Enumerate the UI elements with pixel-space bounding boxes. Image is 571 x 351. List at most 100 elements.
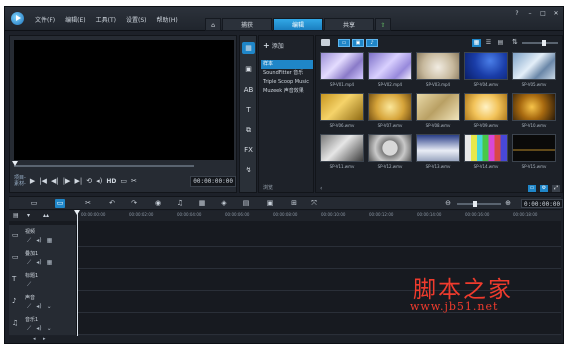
next-frame-icon[interactable]: |▶ (63, 177, 71, 185)
storyboard-view-icon[interactable]: ▭ (29, 199, 39, 208)
transition-icon[interactable]: AB (242, 84, 255, 96)
show-photos-toggle[interactable]: ▣ (352, 39, 364, 47)
add-chapter-icon[interactable]: ▾ (27, 212, 30, 219)
link-icon[interactable]: ⟋ (27, 325, 31, 333)
menu-settings[interactable]: 设置(S) (126, 15, 147, 24)
tab-share[interactable]: 共享 (324, 18, 374, 31)
repeat-icon[interactable]: ⟲ (86, 177, 92, 185)
grid-icon[interactable]: ▦ (47, 259, 53, 267)
graphic-icon[interactable]: ⧉ (242, 124, 255, 136)
title-icon[interactable]: T (242, 104, 255, 116)
scroll-left-icon[interactable]: ◂ (33, 336, 36, 342)
thumbnail-image[interactable] (416, 93, 460, 121)
scrub-handle[interactable] (12, 161, 18, 166)
enlarge-icon[interactable]: ▭ (120, 177, 127, 185)
slider-handle[interactable] (542, 40, 546, 46)
home-icon[interactable]: |◀ (39, 177, 47, 185)
mute-icon[interactable]: ◂) (36, 325, 41, 333)
hd-preview-button[interactable]: HD (106, 178, 116, 185)
maximize-icon[interactable]: □ (538, 9, 548, 18)
thumbnail-item[interactable]: SP-V11.wmv (320, 134, 364, 173)
tab-extra[interactable]: ⇧ (375, 18, 391, 31)
details-view-icon[interactable]: ▤ (496, 39, 505, 47)
mode-clip-label[interactable]: 素材- (14, 181, 26, 187)
thumbnail-image[interactable] (464, 52, 508, 80)
link-icon[interactable]: ⟋ (27, 303, 31, 311)
thumbnail-image[interactable] (320, 52, 364, 80)
thumbnail-image[interactable] (416, 52, 460, 80)
menu-file[interactable]: 文件(F) (35, 15, 55, 24)
split-screen-icon[interactable]: ⊞ (289, 199, 299, 208)
thumbnail-item[interactable]: SP-V06.wmv (320, 93, 364, 132)
track-manager-icon[interactable]: ▤ (13, 212, 19, 219)
menu-edit[interactable]: 编辑(E) (65, 15, 85, 24)
thumbnail-item[interactable]: SP-V05.wmv (512, 52, 556, 91)
timeline-zoom-slider[interactable] (457, 201, 501, 207)
split-icon[interactable]: ✂ (131, 177, 137, 185)
timeline-view-icon[interactable]: ▭ (55, 199, 65, 208)
tab-edit[interactable]: 编辑 (273, 18, 323, 31)
menu-help[interactable]: 帮助(H) (156, 15, 177, 24)
undo-icon[interactable]: ↶ (107, 199, 117, 208)
browse-button[interactable]: 浏览 (263, 184, 273, 191)
track-video[interactable]: ▭ 视频 ⟋ ◂) ▦ (9, 225, 561, 247)
fit-project-icon[interactable]: ⤧ (309, 199, 319, 208)
volume-icon[interactable]: ◂) (96, 177, 102, 185)
sort-icon[interactable]: ⇅ (512, 38, 518, 46)
thumbnail-item[interactable]: SP-V01.mp4 (320, 52, 364, 91)
help-icon[interactable]: ? (512, 9, 522, 18)
play-icon[interactable]: ▶ (30, 177, 35, 185)
thumbnail-image[interactable] (416, 134, 460, 162)
zoom-slider-handle[interactable] (473, 201, 477, 207)
thumbnail-item[interactable]: SP-V02.mp4 (368, 52, 412, 91)
scrub-bar[interactable] (14, 165, 194, 167)
expand-icon[interactable]: ⌄ (47, 303, 52, 311)
close-icon[interactable]: ✕ (551, 9, 561, 18)
prev-frame-icon[interactable]: ◀| (51, 177, 59, 185)
sound-mixer-icon[interactable]: ♫ (175, 199, 185, 208)
thumbnail-image[interactable] (512, 52, 556, 80)
tools-icon[interactable]: ✂ (83, 199, 93, 208)
mute-icon[interactable]: ◂) (36, 237, 41, 245)
expand-icon[interactable]: ⌄ (47, 325, 52, 333)
thumbnail-image[interactable] (464, 93, 508, 121)
library-item[interactable]: Muzeek 声音效果 (261, 87, 313, 96)
scroll-right-icon[interactable]: ▸ (43, 336, 46, 342)
thumbnail-item[interactable]: SP-V04.wmv (464, 52, 508, 91)
thumbnail-item[interactable]: SP-V07.wmv (368, 93, 412, 132)
record-capture-icon[interactable]: ◉ (153, 199, 163, 208)
link-icon[interactable]: ⟋ (27, 259, 31, 267)
thumbnail-item[interactable]: SP-V13.wmv (416, 134, 460, 173)
tab-home[interactable]: ⌂ (205, 18, 221, 31)
auto-music-icon[interactable]: ▦ (197, 199, 207, 208)
thumbnail-item[interactable]: SP-V08.wmv (416, 93, 460, 132)
filter-icon[interactable]: FX (242, 144, 255, 156)
thumbnail-item[interactable]: SP-V12.wmv (368, 134, 412, 173)
minimize-icon[interactable]: – (525, 9, 535, 18)
subtitle-editor-icon[interactable]: ▤ (241, 199, 251, 208)
timeline-timecode[interactable]: 0:00:00:00 (521, 199, 563, 208)
thumbnail-size-slider[interactable] (522, 40, 558, 46)
thumbnail-item[interactable]: SP-V09.wmv (464, 93, 508, 132)
player-timecode[interactable]: 00:00:00:00 (190, 175, 236, 187)
thumbnail-image[interactable] (368, 52, 412, 80)
thumbnail-item[interactable]: SP-V14.wmv (464, 134, 508, 173)
folder-icon[interactable] (321, 39, 330, 46)
grid-view-icon[interactable]: ▦ (472, 39, 481, 47)
mute-icon[interactable]: ◂) (36, 303, 41, 311)
grid-icon[interactable]: ▦ (47, 237, 53, 245)
play-mode-switch[interactable]: 项目- 素材- (14, 175, 26, 187)
zoom-in-icon[interactable]: ⊕ (503, 199, 513, 208)
end-icon[interactable]: ▶| (74, 177, 82, 185)
thumbnail-image[interactable] (512, 134, 556, 162)
thumbnail-item[interactable]: SP-V15.wmv (512, 134, 556, 173)
show-audio-toggle[interactable]: ♪ (366, 39, 378, 47)
thumbnail-item[interactable]: SP-V10.wmv (512, 93, 556, 132)
thumbnail-image[interactable] (320, 134, 364, 162)
show-videos-toggle[interactable]: ▭ (338, 39, 350, 47)
library-item[interactable]: SoundFitter 音乐 (261, 69, 313, 78)
tab-capture[interactable]: 捕获 (222, 18, 272, 31)
list-view-icon[interactable]: ☰ (484, 39, 493, 47)
link-icon[interactable]: ⟋ (27, 281, 31, 289)
redo-icon[interactable]: ↷ (129, 199, 139, 208)
